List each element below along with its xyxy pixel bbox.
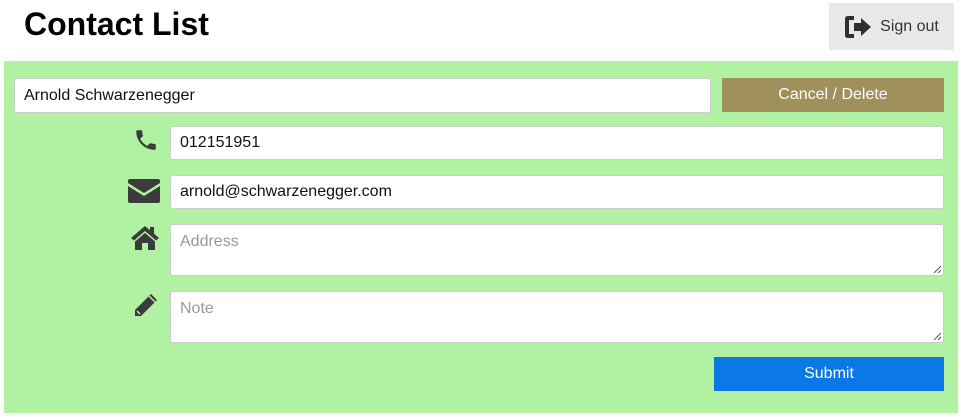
cancel-delete-button[interactable]: Cancel / Delete	[722, 78, 944, 112]
address-placeholder: Address	[180, 233, 239, 250]
email-input-value: arnold@schwarzenegger.com	[180, 183, 392, 200]
address-textarea[interactable]: Address	[170, 224, 944, 276]
phone-input-value: 012151951	[180, 134, 261, 151]
phone-icon	[130, 125, 162, 155]
note-textarea[interactable]: Note	[170, 291, 944, 343]
pencil-icon	[128, 290, 162, 322]
sign-out-icon	[845, 15, 872, 38]
resize-handle-icon[interactable]	[933, 332, 941, 340]
email-input[interactable]: arnold@schwarzenegger.com	[170, 175, 944, 209]
header: Contact List Sign out	[0, 0, 962, 60]
sign-out-label: Sign out	[880, 17, 939, 35]
home-icon	[128, 224, 162, 252]
name-input-value: Arnold Schwarzenegger	[24, 86, 195, 104]
phone-input[interactable]: 012151951	[170, 126, 944, 160]
name-input[interactable]: Arnold Schwarzenegger	[14, 78, 711, 113]
contact-form-panel: Arnold Schwarzenegger Cancel / Delete 01…	[4, 61, 958, 413]
sign-out-button[interactable]: Sign out	[829, 3, 954, 50]
note-placeholder: Note	[180, 300, 214, 317]
submit-button[interactable]: Submit	[714, 357, 944, 391]
resize-handle-icon[interactable]	[933, 265, 941, 273]
page-title: Contact List	[24, 6, 209, 42]
envelope-icon	[126, 176, 162, 206]
